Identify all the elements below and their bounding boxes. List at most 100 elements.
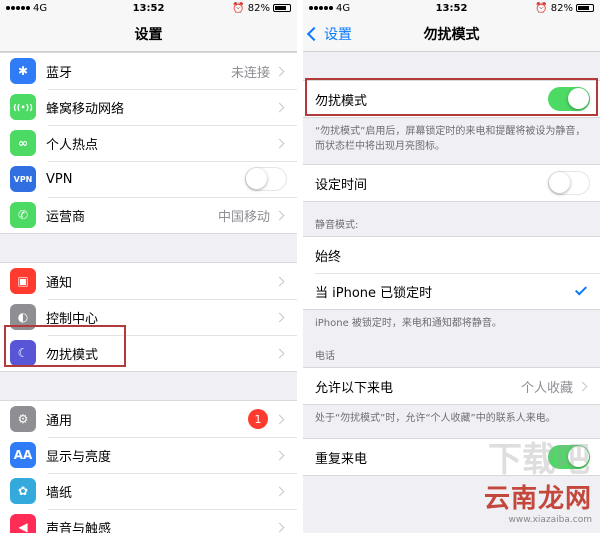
settings-item-label: 显示与亮度 bbox=[46, 449, 112, 465]
chevron-right-icon bbox=[274, 312, 285, 322]
settings-group-general: ⚙ 通用 1 AA 显示与亮度 ✿ 墙纸 ◀ 声音与触感 bbox=[0, 400, 297, 533]
phone-header: 电话 bbox=[315, 351, 335, 362]
settings-item-label: 运营商 bbox=[46, 209, 86, 225]
chevron-right-icon bbox=[274, 522, 285, 532]
bluetooth-icon: ✱ bbox=[10, 58, 36, 84]
chevron-right-icon bbox=[274, 276, 285, 286]
settings-item-do-not-disturb[interactable]: ☾ 勿扰模式 bbox=[0, 335, 297, 371]
vpn-toggle[interactable] bbox=[245, 167, 287, 191]
settings-item-carrier[interactable]: ✆ 运营商 中国移动 bbox=[0, 197, 297, 233]
repeated-calls-row: 重复来电 bbox=[303, 439, 600, 475]
silence-option[interactable]: 当 iPhone 已锁定时 bbox=[303, 273, 600, 309]
settings-item-vpn[interactable]: VPN VPN bbox=[0, 161, 297, 197]
do-not-disturb-screen: 4G 13:52 ⏰ 82% 设置 勿扰模式 勿扰模式 “勿扰模式”启用后，屏幕… bbox=[303, 0, 600, 533]
dnd-toggle[interactable] bbox=[548, 87, 590, 111]
speaker-icon: ◀ bbox=[10, 514, 36, 533]
silence-header: 静音模式: bbox=[315, 220, 359, 231]
battery-icon bbox=[576, 4, 594, 12]
page-title: 勿扰模式 bbox=[423, 26, 480, 43]
repeated-calls-label: 重复来电 bbox=[315, 451, 368, 467]
phone-icon: ✆ bbox=[10, 202, 36, 228]
battery-fill bbox=[275, 6, 287, 10]
silence-group: 始终当 iPhone 已锁定时 bbox=[303, 236, 600, 310]
dnd-description: “勿扰模式”启用后，屏幕锁定时的来电和提醒将被设为静音，而状态栏中将出现月亮图标… bbox=[315, 126, 586, 152]
vpn-icon: VPN bbox=[10, 166, 36, 192]
settings-group-notifications: ▣ 通知 ◐ 控制中心 ☾ 勿扰模式 bbox=[0, 262, 297, 372]
back-button[interactable]: 设置 bbox=[306, 16, 352, 51]
link-icon: ∞ bbox=[10, 130, 36, 156]
watermark: 云南龙网 www.xiazaiba.com bbox=[484, 478, 592, 525]
settings-item-notifications[interactable]: ▣ 通知 bbox=[0, 263, 297, 299]
chevron-right-icon bbox=[274, 486, 285, 496]
settings-item-label: 通用 bbox=[46, 413, 73, 429]
battery-icon bbox=[273, 4, 291, 12]
settings-item-value: 未连接 bbox=[230, 65, 270, 81]
allow-calls-label: 允许以下来电 bbox=[315, 380, 394, 396]
nav-bar: 设置 勿扰模式 bbox=[303, 16, 600, 52]
status-time: 13:52 bbox=[132, 2, 165, 14]
settings-group-connectivity: ✱ 蓝牙 未连接 ((•)) 蜂窝移动网络 ∞ 个人热点 VPN VPN ✆ 运营商 中国移动 bbox=[0, 52, 297, 234]
settings-item-wallpaper[interactable]: ✿ 墙纸 bbox=[0, 473, 297, 509]
scheduled-row: 设定时间 bbox=[303, 165, 600, 201]
dnd-row: 勿扰模式 bbox=[303, 81, 600, 117]
settings-item-label: VPN bbox=[46, 171, 73, 187]
scheduled-toggle[interactable] bbox=[548, 171, 590, 195]
settings-item-label: 控制中心 bbox=[46, 311, 99, 327]
page-title: 设置 bbox=[134, 26, 163, 43]
screenshot-composite: 4G 13:52 ⏰ 82% 设置 ✱ 蓝牙 未连接 ((•)) 蜂窝移动网络 ∞ 个人热点… bbox=[0, 0, 600, 533]
update-badge: 1 bbox=[248, 409, 268, 429]
repeated-calls-toggle[interactable] bbox=[548, 445, 590, 469]
settings-item-label: 声音与触感 bbox=[46, 521, 112, 533]
chevron-right-icon bbox=[274, 414, 285, 424]
allow-calls-value: 个人收藏 bbox=[520, 380, 573, 396]
dnd-label: 勿扰模式 bbox=[315, 93, 368, 109]
settings-item-label: 蜂窝移动网络 bbox=[46, 101, 125, 117]
notification-icon: ▣ bbox=[10, 268, 36, 294]
chevron-right-icon bbox=[274, 138, 285, 148]
allow-calls-group: 允许以下来电 个人收藏 bbox=[303, 367, 600, 405]
settings-item-label: 个人热点 bbox=[46, 137, 99, 153]
settings-item-hotspot[interactable]: ∞ 个人热点 bbox=[0, 125, 297, 161]
silence-description: iPhone 被锁定时，来电和通知都将静音。 bbox=[315, 318, 502, 329]
chevron-right-icon bbox=[274, 210, 285, 220]
chevron-right-icon bbox=[274, 348, 285, 358]
settings-item-sounds[interactable]: ◀ 声音与触感 bbox=[0, 509, 297, 533]
settings-item-label: 墙纸 bbox=[46, 485, 73, 501]
settings-item-control-center[interactable]: ◐ 控制中心 bbox=[0, 299, 297, 335]
gear-icon: ⚙ bbox=[10, 406, 36, 432]
chevron-right-icon bbox=[577, 381, 588, 391]
chevron-right-icon bbox=[274, 450, 285, 460]
schedule-group: 设定时间 bbox=[303, 164, 600, 202]
chevron-right-icon bbox=[274, 102, 285, 112]
settings-item-display[interactable]: AA 显示与亮度 bbox=[0, 437, 297, 473]
text-size-icon: AA bbox=[10, 442, 36, 468]
watermark-url: www.xiazaiba.com bbox=[508, 515, 592, 525]
silence-option-label: 当 iPhone 已锁定时 bbox=[315, 285, 433, 301]
chevron-left-icon bbox=[306, 26, 322, 41]
settings-item-cellular[interactable]: ((•)) 蜂窝移动网络 bbox=[0, 89, 297, 125]
nav-bar: 设置 bbox=[0, 16, 297, 52]
settings-screen: 4G 13:52 ⏰ 82% 设置 ✱ 蓝牙 未连接 ((•)) 蜂窝移动网络 ∞ 个人热点… bbox=[0, 0, 297, 533]
settings-item-label: 勿扰模式 bbox=[46, 347, 99, 363]
settings-item-value: 中国移动 bbox=[217, 209, 270, 225]
settings-item-bluetooth[interactable]: ✱ 蓝牙 未连接 bbox=[0, 53, 297, 89]
antenna-icon: ((•)) bbox=[10, 94, 36, 120]
back-label: 设置 bbox=[324, 26, 352, 43]
settings-item-label: 蓝牙 bbox=[46, 65, 73, 81]
settings-item-label: 通知 bbox=[46, 275, 73, 291]
dnd-group: 勿扰模式 bbox=[303, 80, 600, 118]
status-bar: 4G 13:52 ⏰ 82% bbox=[0, 0, 297, 16]
allow-calls-row[interactable]: 允许以下来电 个人收藏 bbox=[303, 368, 600, 404]
settings-item-general[interactable]: ⚙ 通用 1 bbox=[0, 401, 297, 437]
moon-icon: ☾ bbox=[10, 340, 36, 366]
scheduled-label: 设定时间 bbox=[315, 177, 368, 193]
chevron-right-icon bbox=[274, 66, 285, 76]
repeated-group: 重复来电 bbox=[303, 438, 600, 476]
control-center-icon: ◐ bbox=[10, 304, 36, 330]
silence-option[interactable]: 始终 bbox=[303, 237, 600, 273]
silence-option-label: 始终 bbox=[315, 249, 342, 265]
status-bar: 4G 13:52 ⏰ 82% bbox=[303, 0, 600, 16]
flower-icon: ✿ bbox=[10, 478, 36, 504]
battery-fill bbox=[578, 6, 590, 10]
watermark-main: 云南龙网 bbox=[483, 484, 592, 514]
